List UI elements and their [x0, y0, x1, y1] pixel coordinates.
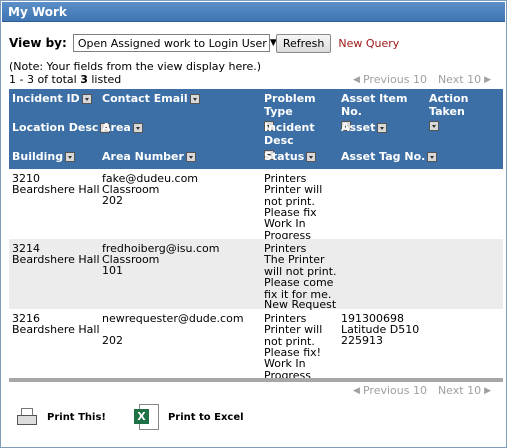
- building: Beardshere Hall: [12, 253, 100, 266]
- col-action-taken[interactable]: Action Taken: [429, 92, 503, 131]
- col-area[interactable]: Area: [102, 121, 143, 134]
- col-building-label: Building: [12, 150, 64, 163]
- col-area-number-label: Area Number: [102, 150, 184, 163]
- footer-actions: Print This! X Print to Excel: [15, 403, 244, 431]
- new-query-link[interactable]: New Query: [338, 37, 399, 50]
- table-bottom-divider: [9, 378, 503, 382]
- sort-dropdown-icon[interactable]: [81, 94, 92, 104]
- my-work-panel: My Work View by: Open Assigned work to L…: [0, 0, 507, 448]
- col-status-label: Status: [264, 150, 305, 163]
- sort-dropdown-icon[interactable]: [429, 121, 439, 131]
- view-select-value: Open Assigned work to Login User: [77, 36, 267, 50]
- sort-dropdown-icon[interactable]: [132, 123, 143, 133]
- printer-body-shape: [17, 415, 37, 425]
- count-prefix: 1 - 3 of total: [9, 73, 81, 86]
- pager-bottom: ◀ Previous 10 Next 10 ▶: [350, 384, 494, 397]
- incident-desc: Printer will not print. Please fix!: [264, 323, 323, 359]
- sort-dropdown-icon[interactable]: [306, 152, 317, 162]
- col-contact-email-label: Contact Email: [102, 92, 188, 105]
- col-asset-label: Asset: [341, 121, 376, 134]
- previous-label: Previous 10: [362, 384, 427, 397]
- col-asset[interactable]: Asset: [341, 121, 388, 134]
- arrow-left-icon: ◀: [353, 385, 360, 396]
- status: Work In Progress: [264, 217, 311, 242]
- table-header: Incident ID Contact Email Problem Type A…: [9, 89, 503, 169]
- previous-page-link[interactable]: ◀ Previous 10: [350, 384, 427, 397]
- col-asset-tag-no-label: Asset Tag No.: [341, 150, 426, 163]
- col-incident-id-label: Incident ID: [12, 92, 80, 105]
- table-row[interactable]: 3210 Beardshere Hall fake@dudeu.com Clas…: [9, 169, 503, 242]
- next-page-link[interactable]: Next 10 ▶: [438, 384, 494, 397]
- area-number: 101: [102, 264, 123, 277]
- table-row[interactable]: 3214 Beardshere Hall fredhoiberg@isu.com…: [9, 239, 503, 310]
- area-number: 202: [102, 334, 123, 347]
- col-location-desc-label: Location Desc: [12, 121, 99, 134]
- count-total: 3: [80, 73, 88, 86]
- previous-page-link[interactable]: ◀ Previous 10: [350, 73, 427, 86]
- panel-title: My Work: [2, 2, 505, 22]
- view-by-bar: View by: Open Assigned work to Login Use…: [9, 33, 399, 53]
- sort-dropdown-icon[interactable]: [377, 123, 388, 133]
- next-label: Next 10: [437, 73, 482, 86]
- arrow-right-icon: ▶: [484, 74, 491, 85]
- excel-x-glyph: X: [133, 409, 149, 424]
- next-label: Next 10: [437, 384, 482, 397]
- col-asset-item-no-label: Asset Item No.: [341, 92, 408, 118]
- count-suffix: listed: [87, 73, 122, 86]
- printer-icon[interactable]: [15, 406, 39, 428]
- col-problem-type-label: Problem Type: [264, 92, 316, 118]
- table-row[interactable]: 3216 Beardshere Hall newrequester@dude.c…: [9, 309, 503, 381]
- next-page-link[interactable]: Next 10 ▶: [438, 73, 494, 86]
- pager-top: ◀ Previous 10 Next 10 ▶: [350, 73, 494, 86]
- col-incident-desc-label: Incident Desc: [264, 121, 315, 147]
- col-asset-tag-no[interactable]: Asset Tag No.: [341, 150, 438, 163]
- asset-tag-no: 225913: [341, 334, 383, 347]
- view-by-label: View by:: [9, 36, 67, 50]
- col-location-desc[interactable]: Location Desc: [12, 121, 111, 134]
- print-to-excel-link[interactable]: Print to Excel: [168, 412, 244, 423]
- sort-dropdown-icon[interactable]: [427, 152, 438, 162]
- excel-icon[interactable]: X: [133, 403, 160, 431]
- incident-desc: Printer will not print. Please fix: [264, 183, 323, 219]
- building: Beardshere Hall: [12, 323, 100, 336]
- col-building[interactable]: Building: [12, 150, 76, 163]
- col-area-number[interactable]: Area Number: [102, 150, 196, 163]
- record-count: 1 - 3 of total 3 listed: [9, 73, 121, 86]
- area-number: 202: [102, 194, 123, 207]
- col-status[interactable]: Status: [264, 150, 317, 163]
- arrow-left-icon: ◀: [353, 74, 360, 85]
- work-table: Incident ID Contact Email Problem Type A…: [9, 89, 503, 381]
- sort-dropdown-icon[interactable]: [189, 94, 200, 104]
- previous-label: Previous 10: [362, 73, 427, 86]
- col-contact-email[interactable]: Contact Email: [102, 92, 200, 105]
- sort-dropdown-icon[interactable]: [65, 152, 76, 162]
- incident-desc: The Printer will not print. Please come …: [264, 253, 337, 301]
- col-incident-id[interactable]: Incident ID: [12, 92, 92, 105]
- building: Beardshere Hall: [12, 183, 100, 196]
- sort-dropdown-icon[interactable]: [185, 152, 196, 162]
- fields-note: (Note: Your fields from the view display…: [9, 60, 262, 73]
- print-this-link[interactable]: Print This!: [47, 412, 106, 423]
- col-area-label: Area: [102, 121, 131, 134]
- refresh-button[interactable]: Refresh: [275, 33, 332, 53]
- contact-email: newrequester@dude.com: [102, 312, 244, 325]
- arrow-right-icon: ▶: [484, 385, 491, 396]
- view-select[interactable]: Open Assigned work to Login User ▼: [72, 34, 277, 52]
- col-action-taken-label: Action Taken: [429, 92, 469, 118]
